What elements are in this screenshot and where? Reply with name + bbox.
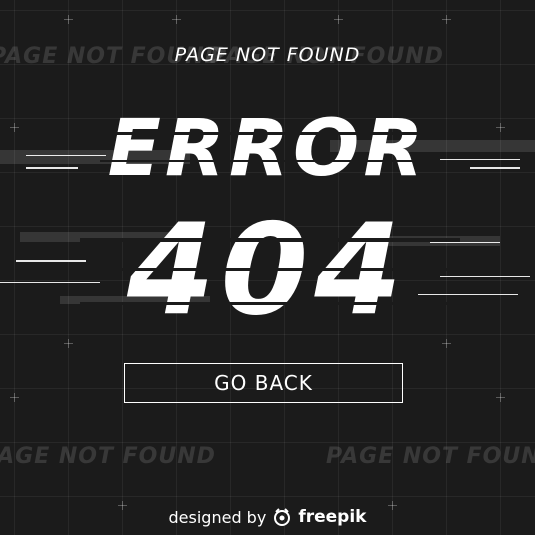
ghost-text: PAGE NOT FOUND	[0, 444, 216, 469]
glitch-line	[0, 282, 100, 283]
freepik-logo-icon	[274, 508, 291, 526]
grid-cross-icon	[442, 15, 451, 24]
grid-cross-icon	[64, 15, 73, 24]
glitch-line	[430, 242, 500, 243]
credit-footer: designed by freepik	[0, 507, 535, 527]
glitch-line	[26, 167, 78, 169]
grid-cross-icon	[10, 393, 19, 402]
error-headline: ERROR	[107, 104, 428, 194]
error-404-page: PAGE NOT FOUND PAGE NOT FOUND PAGE NOT F…	[0, 0, 535, 535]
glitch-slice	[100, 160, 440, 162]
go-back-button[interactable]: GO BACK	[124, 363, 403, 403]
credit-prefix: designed by	[168, 507, 267, 527]
ghost-text: PAGE NOT FOUND	[326, 444, 535, 469]
glitch-slice	[80, 302, 460, 305]
grid-cross-icon	[334, 15, 343, 24]
grid-cross-icon	[496, 393, 505, 402]
glitch-line	[470, 167, 520, 169]
glitch-line	[440, 276, 530, 277]
page-subtitle: PAGE NOT FOUND	[174, 44, 361, 66]
credit-brand[interactable]: freepik	[298, 507, 366, 527]
glitch-line	[16, 260, 86, 262]
glitch-line	[440, 159, 520, 160]
glitch-slice	[80, 268, 460, 271]
glitch-slice	[100, 132, 440, 135]
grid-cross-icon	[172, 15, 181, 24]
glitch-slice	[80, 238, 460, 242]
glitch-line	[26, 155, 106, 156]
glitch-line	[418, 294, 518, 295]
